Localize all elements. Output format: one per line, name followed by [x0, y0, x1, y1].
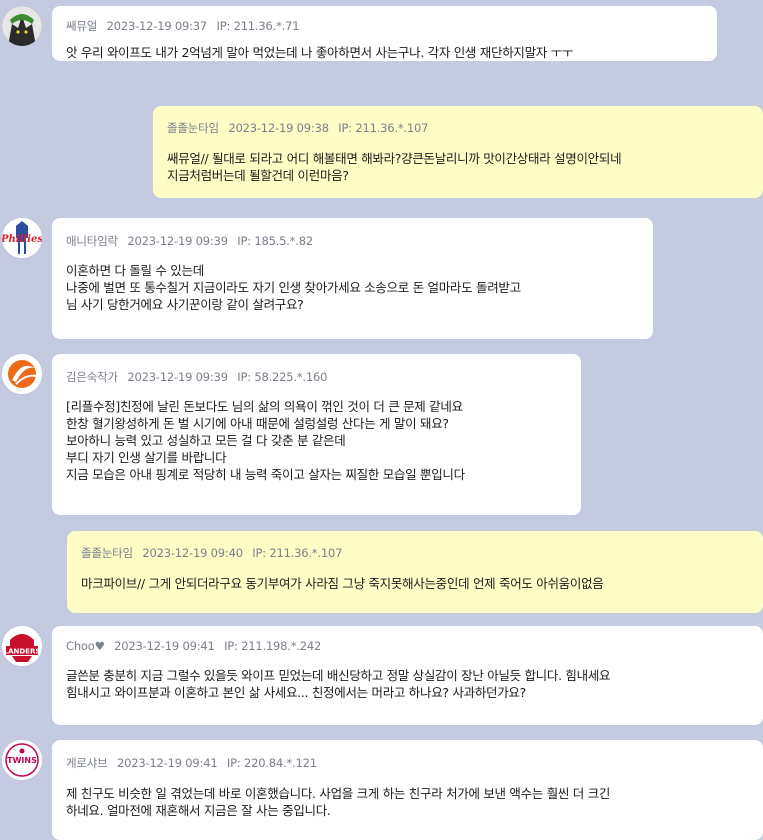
comment-text: 이혼하면 다 돌릴 수 있는데 나중에 벌면 또 통수칠거 지금이라도 자기 인…	[66, 262, 639, 313]
comment-line: 나중에 벌면 또 통수칠거 지금이라도 자기 인생 찾아가세요 소송으로 돈 얼…	[66, 280, 521, 295]
comment-time: 2023-12-19 09:41	[114, 639, 215, 653]
comment-meta: Choo♥ 2023-12-19 09:41 IP: 211.198.*.242	[66, 639, 749, 653]
avatar-wolf[interactable]	[2, 6, 42, 46]
avatar-phillies[interactable]: Phillies	[2, 218, 42, 258]
comment-bubble: 쌔뮤얼 2023-12-19 09:37 IP: 211.36.*.71 앗 우…	[52, 6, 717, 61]
comment-nickname[interactable]: Choo♥	[66, 639, 105, 653]
comment-line: 하네요. 얼마전에 재혼해서 지금은 잘 사는 중입니다.	[66, 803, 331, 818]
avatar-landers[interactable]: LANDERS	[2, 626, 42, 666]
comment-ip: IP: 211.36.*.71	[216, 19, 300, 33]
comment-text: 앗 우리 와이프도 내가 2억넘게 말아 먹었는데 나 좋아하면서 사는구나. …	[66, 44, 703, 61]
comment-meta: 애니타임락 2023-12-19 09:39 IP: 185.5.*.82	[66, 233, 639, 249]
comment-ip: IP: 211.198.*.242	[224, 639, 322, 653]
comment-bubble: 게로샤브 2023-12-19 09:41 IP: 220.84.*.121 제…	[52, 740, 763, 840]
comment-time: 2023-12-19 09:41	[117, 756, 218, 770]
comment-line: 쌔뮤얼// 될대로 되라고 어디 해볼태면 해봐라?걍큰돈날리니까 맛이간상태라…	[167, 151, 622, 166]
comment-nickname[interactable]: 애니타임락	[66, 234, 118, 248]
comment-line: 부디 자기 인생 살기를 바랍니다	[66, 450, 227, 465]
comment-ip: IP: 185.5.*.82	[237, 234, 313, 248]
comment-line: [리플수정]친정에 날린 돈보다도 님의 삶의 의욕이 꺾인 것이 더 큰 문제…	[66, 399, 463, 414]
comment-meta: 졸졸눈타임 2023-12-19 09:38 IP: 211.36.*.107	[167, 120, 749, 136]
comment-nickname[interactable]: 졸졸눈타임	[167, 121, 219, 135]
comment-line: 글쓴분 충분히 지금 그럴수 있을듯 와이프 믿었는데 배신당하고 정말 상실감…	[66, 668, 611, 683]
comment-line: 앗 우리 와이프도 내가 2억넘게 말아 먹었는데 나 좋아하면서 사는구나. …	[66, 45, 574, 60]
avatar-logo-text: Phillies	[2, 234, 42, 245]
comment-text: 마크파이브// 그게 안되더라구요 동기부여가 사라짐 그냥 죽지못해사는중인데…	[81, 575, 749, 592]
comment-line: 님 사기 당한거에요 사기꾼이랑 같이 살려구요?	[66, 297, 304, 312]
comment-ip: IP: 220.84.*.121	[226, 756, 317, 770]
comment-meta: 김은숙작가 2023-12-19 09:39 IP: 58.225.*.160	[66, 369, 567, 385]
comment-nickname[interactable]: 김은숙작가	[66, 370, 118, 384]
comment-bubble: Choo♥ 2023-12-19 09:41 IP: 211.198.*.242…	[52, 626, 763, 725]
comment-line: 보아하니 능력 있고 성실하고 모든 걸 다 갖춘 분 같은데	[66, 433, 346, 448]
comment-meta: 게로샤브 2023-12-19 09:41 IP: 220.84.*.121	[66, 755, 749, 771]
comment-nickname[interactable]: 게로샤브	[66, 756, 108, 770]
comment-text: 쌔뮤얼// 될대로 되라고 어디 해볼태면 해봐라?걍큰돈날리니까 맛이간상태라…	[167, 150, 749, 184]
comment-bubble: 애니타임락 2023-12-19 09:39 IP: 185.5.*.82 이혼…	[52, 218, 653, 339]
comment-line: 마크파이브// 그게 안되더라구요 동기부여가 사라짐 그냥 죽지못해사는중인데…	[81, 576, 604, 591]
comment-line: 제 친구도 비슷한 일 겪었는데 바로 이혼했습니다. 사업을 크게 하는 친구…	[66, 786, 611, 801]
comment-line: 이혼하면 다 돌릴 수 있는데	[66, 263, 204, 278]
comment-meta: 쌔뮤얼 2023-12-19 09:37 IP: 211.36.*.71	[66, 18, 703, 34]
comment-text: 글쓴분 충분히 지금 그럴수 있을듯 와이프 믿었는데 배신당하고 정말 상실감…	[66, 667, 749, 701]
wolf-icon	[2, 6, 42, 46]
comment-meta: 졸졸눈타임 2023-12-19 09:40 IP: 211.36.*.107	[81, 545, 749, 561]
avatar-eagles[interactable]	[2, 354, 42, 394]
comment-nickname[interactable]: 졸졸눈타임	[81, 546, 133, 560]
comment-time: 2023-12-19 09:39	[127, 234, 228, 248]
comment-time: 2023-12-19 09:39	[127, 370, 228, 384]
comment-text: [리플수정]친정에 날린 돈보다도 님의 삶의 의욕이 꺾인 것이 더 큰 문제…	[66, 398, 567, 483]
eagles-logo-icon	[2, 354, 42, 394]
avatar-logo-text: LANDERS	[4, 648, 41, 656]
avatar-twins[interactable]: TWINS	[2, 740, 42, 780]
comment-ip: IP: 211.36.*.107	[338, 121, 429, 135]
phillies-logo-icon: Phillies	[2, 218, 42, 258]
landers-logo-icon: LANDERS	[2, 626, 42, 666]
comment-nickname[interactable]: 쌔뮤얼	[66, 19, 97, 33]
comment-bubble: 김은숙작가 2023-12-19 09:39 IP: 58.225.*.160 …	[52, 354, 581, 515]
comment-time: 2023-12-19 09:40	[142, 546, 243, 560]
comment-text: 제 친구도 비슷한 일 겪었는데 바로 이혼했습니다. 사업을 크게 하는 친구…	[66, 785, 749, 819]
comment-line: 지금처럼버는데 될할건데 이런마음?	[167, 168, 349, 183]
comment-line: 한창 혈기왕성하게 돈 벌 시기에 아내 때문에 설렁설렁 산다는 게 말이 돼…	[66, 416, 449, 431]
avatar-logo-text: TWINS	[7, 756, 37, 765]
comment-ip: IP: 211.36.*.107	[252, 546, 343, 560]
comment-bubble-own: 졸졸눈타임 2023-12-19 09:38 IP: 211.36.*.107 …	[153, 106, 763, 198]
comment-line: 힘내시고 와이프분과 이혼하고 본인 삶 사세요... 친정에서는 머라고 하나…	[66, 685, 526, 700]
twins-logo-icon: TWINS	[2, 740, 42, 780]
comment-bubble-own: 졸졸눈타임 2023-12-19 09:40 IP: 211.36.*.107 …	[67, 531, 763, 613]
comment-ip: IP: 58.225.*.160	[237, 370, 328, 384]
comment-time: 2023-12-19 09:38	[228, 121, 329, 135]
comment-line: 지금 모습은 아내 핑계로 적당히 내 능력 죽이고 살자는 찌질한 모습일 뿐…	[66, 467, 465, 482]
comment-time: 2023-12-19 09:37	[106, 19, 208, 33]
